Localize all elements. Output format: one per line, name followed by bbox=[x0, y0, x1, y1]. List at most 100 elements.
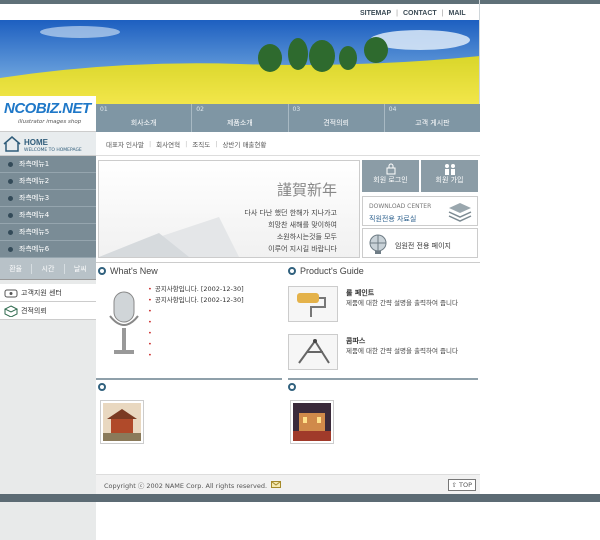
lock-icon bbox=[386, 163, 395, 175]
mail-link[interactable]: MAIL bbox=[448, 10, 465, 17]
gallery-photo[interactable] bbox=[290, 400, 334, 444]
side-menu-item-2[interactable]: 좌측메뉴2 bbox=[0, 173, 96, 190]
up-arrow-icon: ⇧ bbox=[451, 481, 457, 489]
paint-roller-icon bbox=[297, 293, 326, 317]
menu-label: 회사소개 bbox=[130, 119, 157, 127]
news-item[interactable] bbox=[148, 339, 244, 350]
gallery-right-header bbox=[288, 380, 300, 394]
product-desc: 제품에 대한 간략 설명을 출력하여 줍니다 bbox=[346, 299, 458, 307]
quick-buttons: 회원 로그인 회원 가입 DOWNLOAD CENTER 직원전용 자료실 임원… bbox=[362, 160, 478, 258]
news-item[interactable]: 공지사항입니다. [2002-12-30] bbox=[148, 295, 244, 306]
compass-icon bbox=[298, 339, 330, 364]
side-menu-item-6[interactable]: 좌측메뉴6 bbox=[0, 241, 96, 258]
house-icon bbox=[3, 136, 21, 152]
side-menu-label: 좌측메뉴3 bbox=[19, 194, 50, 202]
side-menu-label: 좌측메뉴5 bbox=[19, 228, 50, 236]
section-divider bbox=[288, 378, 478, 380]
join-label: 회원 가입 bbox=[435, 176, 464, 184]
divider: | bbox=[148, 139, 152, 148]
menu-item-company[interactable]: 01 회사소개 bbox=[96, 104, 193, 132]
menu-item-board[interactable]: 04 고객 게시판 bbox=[385, 104, 480, 132]
product-guide-header: Product's Guide bbox=[288, 264, 364, 278]
section-bullet-icon bbox=[288, 267, 296, 275]
menu-label: 견적의뢰 bbox=[323, 119, 349, 127]
top-button[interactable]: ⇧ TOP bbox=[447, 479, 476, 491]
mail-icon[interactable] bbox=[271, 481, 282, 488]
download-title: DOWNLOAD CENTER bbox=[369, 203, 432, 210]
product-item[interactable]: 롤 페인트 제품에 대한 간략 설명을 출력하여 줍니다 bbox=[288, 286, 478, 324]
bullet-icon bbox=[8, 229, 13, 235]
bullet-icon bbox=[8, 178, 13, 184]
bullet-icon bbox=[8, 246, 13, 252]
news-item[interactable] bbox=[148, 350, 244, 361]
download-center[interactable]: DOWNLOAD CENTER 직원전용 자료실 bbox=[362, 196, 478, 226]
section-bullet-icon bbox=[288, 383, 296, 391]
home-title: HOME bbox=[24, 138, 48, 147]
join-button[interactable]: 회원 가입 bbox=[421, 160, 478, 192]
copyright-text: Copyright ⓒ 2002 NAME Corp. All rights r… bbox=[104, 481, 268, 490]
side-menu-item-4[interactable]: 좌측메뉴4 bbox=[0, 207, 96, 224]
side-menu-item-5[interactable]: 좌측메뉴5 bbox=[0, 224, 96, 241]
gallery-photo[interactable] bbox=[100, 400, 144, 444]
menu-item-quote[interactable]: 03 견적의뢰 bbox=[289, 104, 385, 132]
menu-number: 04 bbox=[388, 106, 397, 113]
submenu-sales[interactable]: 상반기 매출현황 bbox=[222, 139, 266, 149]
side-menu-label: 좌측메뉴6 bbox=[19, 245, 50, 253]
bullet-icon bbox=[8, 212, 13, 218]
divider: | bbox=[396, 9, 398, 17]
product-item[interactable]: 콤파스 제품에 대한 간략 설명을 출력하여 줍니다 bbox=[288, 334, 478, 372]
login-button[interactable]: 회원 로그인 bbox=[362, 160, 419, 192]
people-icon bbox=[444, 164, 455, 175]
menu-label: 고객 게시판 bbox=[415, 119, 450, 127]
logo-text: NCOBIZ.NET bbox=[4, 100, 91, 117]
menu-number: 02 bbox=[196, 106, 204, 113]
menu-label: 제품소개 bbox=[226, 119, 253, 127]
section-divider bbox=[96, 378, 282, 380]
decorative-shapes bbox=[99, 217, 239, 257]
menu-number: 03 bbox=[292, 106, 301, 113]
support-center-link[interactable]: 고객지원 센터 bbox=[0, 284, 96, 302]
section-bullet-icon bbox=[98, 267, 106, 275]
bullet-icon bbox=[8, 195, 13, 201]
tab-time[interactable]: 시간 bbox=[32, 263, 65, 274]
side-menu-item-1[interactable]: 좌측메뉴1 bbox=[0, 156, 96, 173]
menu-item-products[interactable]: 02 제품소개 bbox=[192, 104, 289, 132]
building-image bbox=[293, 403, 331, 441]
tab-weather[interactable]: 날씨 bbox=[65, 264, 96, 274]
whats-new-header: What's New bbox=[98, 264, 158, 278]
greeting-message: 다사 다난 했던 한해가 지나가고 희망찬 새해를 맞이하여 소원하시는것들 모… bbox=[244, 209, 337, 253]
support-label: 고객지원 센터 bbox=[21, 288, 62, 297]
quote-request-link[interactable]: 견적의뢰 bbox=[0, 302, 96, 320]
left-sidebar: 좌측메뉴1 좌측메뉴2 좌측메뉴3 좌측메뉴4 좌측메뉴5 좌측메뉴6 환율 시… bbox=[0, 156, 96, 540]
news-item[interactable] bbox=[148, 306, 244, 317]
top-nav: SITEMAP | CONTACT | MAIL bbox=[360, 7, 466, 19]
home-button[interactable]: HOME WELCOME TO HOMEPAGE bbox=[0, 132, 96, 156]
site-logo[interactable]: NCOBIZ.NET illustrator images shop bbox=[0, 96, 96, 132]
news-item[interactable] bbox=[148, 328, 244, 339]
product-name: 롤 페인트 bbox=[346, 289, 375, 297]
submenu-history[interactable]: 회사연혁 bbox=[156, 139, 180, 149]
sitemap-link[interactable]: SITEMAP bbox=[360, 10, 391, 17]
top-label: TOP bbox=[458, 481, 472, 489]
contact-link[interactable]: CONTACT bbox=[403, 10, 437, 17]
login-label: 회원 로그인 bbox=[373, 176, 408, 184]
product-desc: 제품에 대한 간략 설명을 출력하여 줍니다 bbox=[346, 347, 458, 355]
greeting-title: 謹賀新年 bbox=[276, 181, 337, 199]
info-tabs: 환율 시간 날씨 bbox=[0, 258, 96, 280]
submenu-org[interactable]: 조직도 bbox=[192, 139, 210, 149]
side-menu-item-3[interactable]: 좌측메뉴3 bbox=[0, 190, 96, 207]
member-page-link[interactable]: 임원전 전용 페이지 bbox=[362, 228, 478, 258]
bullet-icon bbox=[8, 161, 13, 167]
home-subtitle: WELCOME TO HOMEPAGE bbox=[24, 148, 82, 153]
news-item[interactable]: 공지사항입니다. [2002-12-30] bbox=[148, 284, 244, 295]
divider: | bbox=[441, 9, 444, 17]
whats-new-title: What's New bbox=[110, 266, 158, 276]
main-content: 謹賀新年 다사 다난 했던 한해가 지나가고 희망찬 새해를 맞이하여 소원하시… bbox=[96, 156, 480, 474]
quote-label: 견적의뢰 bbox=[21, 306, 47, 315]
news-item[interactable] bbox=[148, 317, 244, 328]
member-page-label: 임원전 전용 페이지 bbox=[395, 242, 451, 250]
tab-exchange[interactable]: 환율 bbox=[0, 263, 33, 274]
box-icon bbox=[4, 304, 18, 317]
palace-image bbox=[103, 403, 141, 441]
submenu-ceo[interactable]: 대표자 인사말 bbox=[106, 139, 144, 149]
